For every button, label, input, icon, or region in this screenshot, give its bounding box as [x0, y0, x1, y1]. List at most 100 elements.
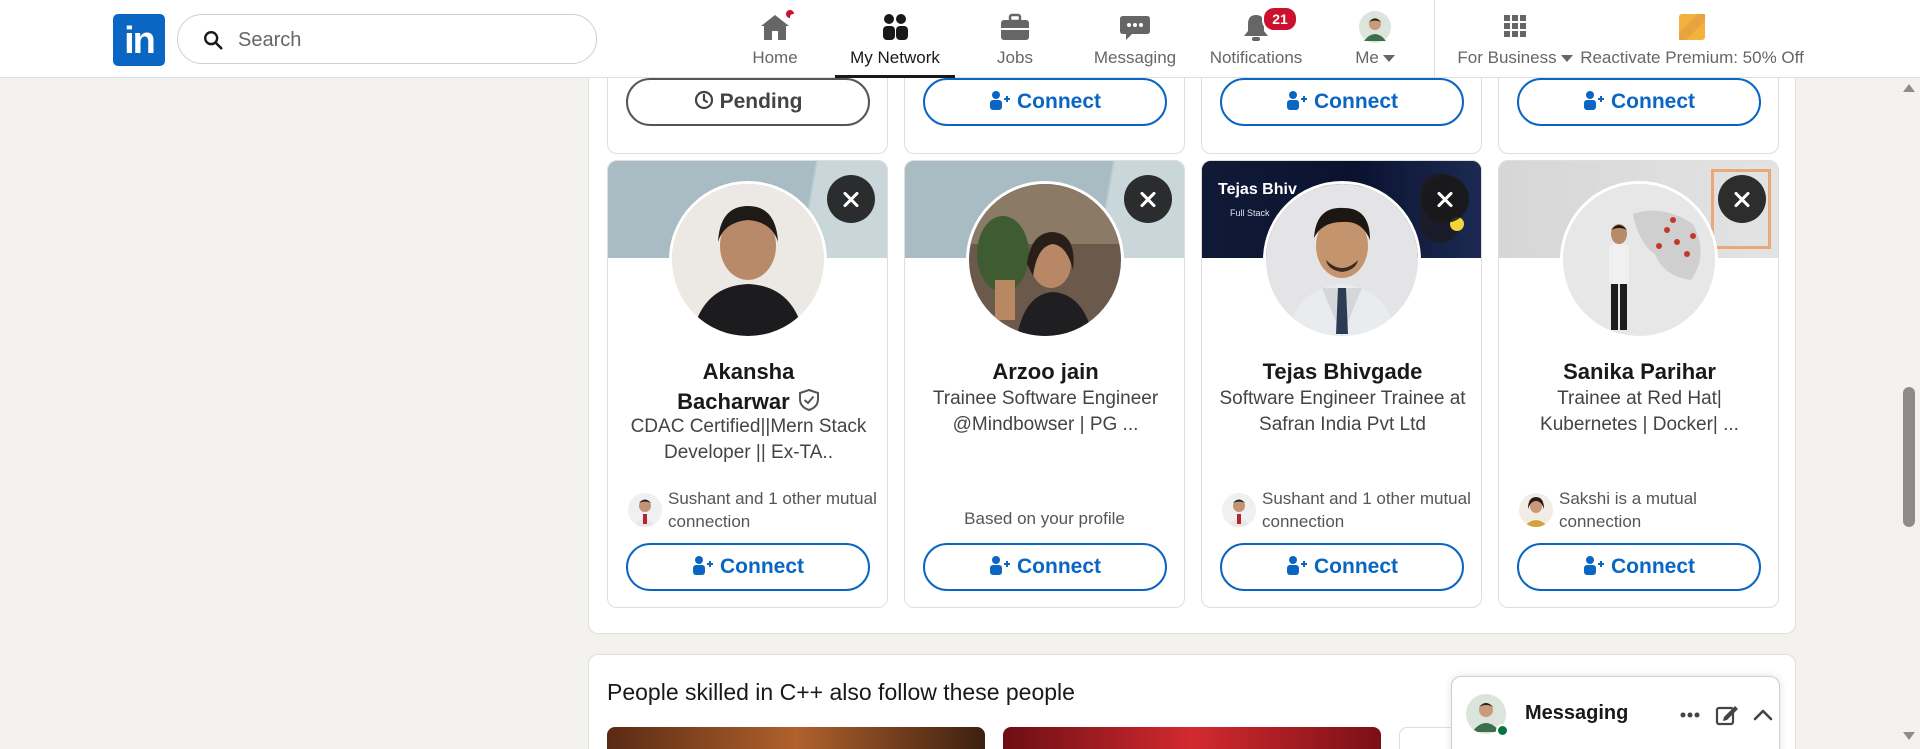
home-notification-dot [783, 7, 797, 21]
suggestion-card[interactable]: Tejas Bhiv Full Stack Tejas Bhivgade Sof… [1201, 160, 1482, 608]
connect-button[interactable]: Connect [1220, 78, 1464, 126]
mutual-avatar [628, 493, 662, 527]
follow-card-thumbnail[interactable] [607, 727, 985, 749]
network-icon [883, 14, 908, 40]
nav-jobs-label: Jobs [997, 48, 1033, 67]
me-avatar [1359, 11, 1391, 43]
nav-my-network-label: My Network [850, 48, 940, 67]
add-person-icon [1287, 91, 1307, 111]
suggestion-card-top-1: Pending [607, 70, 888, 154]
chevron-down-icon [1382, 55, 1395, 63]
search-input[interactable] [238, 25, 578, 55]
pending-button[interactable]: Pending [626, 78, 870, 126]
compose-icon[interactable] [1714, 702, 1740, 728]
profile-photo[interactable] [966, 181, 1124, 339]
suggestion-card[interactable]: Akansha Bacharwar CDAC Certified||Mern St… [607, 160, 888, 608]
nav-home[interactable]: Home [736, 0, 814, 78]
mutual-text: Sushant and 1 other mutual connection [1262, 489, 1471, 531]
top-navigation: in Home My Network Jobs [0, 0, 1920, 78]
search-icon [204, 31, 223, 50]
profile-name[interactable]: Arzoo jain [913, 357, 1178, 387]
nav-for-business-label: For Business [1450, 48, 1580, 68]
suggestion-card[interactable]: Arzoo jain Trainee Software Engineer @Mi… [904, 160, 1185, 608]
nav-for-business[interactable]: For Business [1450, 0, 1580, 78]
profile-headline: Software Engineer Trainee at Safran Indi… [1219, 388, 1466, 435]
mutual-connections: Sakshi is a mutual connection [1519, 487, 1769, 537]
dismiss-button[interactable] [1421, 175, 1469, 223]
premium-icon [1679, 14, 1705, 40]
nav-premium[interactable]: Reactivate Premium: 50% Off [1576, 0, 1808, 78]
mutual-avatar [1222, 493, 1256, 527]
based-on-profile-text: Based on your profile [964, 509, 1125, 528]
mutual-connections: Sushant and 1 other mutual connection [628, 487, 878, 537]
chevron-down-icon [1560, 55, 1573, 63]
suggestion-card-top-4: Connect [1498, 70, 1779, 154]
online-status-indicator [1496, 724, 1509, 737]
add-person-icon [990, 91, 1010, 111]
nav-jobs[interactable]: Jobs [975, 0, 1055, 78]
connect-button[interactable]: Connect [626, 543, 870, 591]
nav-my-network[interactable]: My Network [835, 0, 955, 78]
scroll-down-arrow[interactable] [1903, 732, 1915, 740]
profile-photo[interactable] [1263, 181, 1421, 339]
mutual-avatar [1519, 493, 1553, 527]
dismiss-button[interactable] [1718, 175, 1766, 223]
nav-premium-label: Reactivate Premium: 50% Off [1580, 48, 1804, 67]
connect-button[interactable]: Connect [923, 543, 1167, 591]
profile-headline: Trainee at Red Hat| Kubernetes | Docker|… [1540, 388, 1739, 435]
nav-notifications-label: Notifications [1209, 48, 1303, 67]
add-person-icon [693, 556, 713, 576]
page-scrollbar[interactable] [1898, 78, 1920, 749]
grid-icon [1504, 15, 1526, 37]
verified-shield-icon [798, 388, 819, 412]
nav-messaging[interactable]: Messaging [1085, 0, 1185, 78]
dismiss-button[interactable] [1124, 175, 1172, 223]
add-person-icon [990, 556, 1010, 576]
clock-icon [694, 91, 713, 110]
notifications-badge: 21 [1262, 6, 1298, 32]
profile-photo[interactable] [1560, 181, 1718, 339]
suggestion-card-top-3: Connect [1201, 70, 1482, 154]
suggestion-card[interactable]: Sanika Parihar Trainee at Red Hat| Kuber… [1498, 160, 1779, 608]
scrollbar-thumb[interactable] [1903, 387, 1915, 527]
nav-messaging-label: Messaging [1093, 48, 1177, 67]
dismiss-button[interactable] [827, 175, 875, 223]
active-tab-indicator [835, 75, 955, 78]
add-person-icon [1584, 556, 1604, 576]
mutual-text: Sushant and 1 other mutual connection [668, 489, 877, 531]
section-title: People skilled in C++ also follow these … [607, 679, 1075, 705]
suggestion-card-top-2: Connect [904, 70, 1185, 154]
search-box[interactable] [177, 14, 597, 64]
mutual-connections: Sushant and 1 other mutual connection [1222, 487, 1472, 537]
messaging-title: Messaging [1525, 702, 1629, 724]
chat-icon [1120, 16, 1150, 40]
messaging-dock[interactable]: Messaging [1451, 676, 1780, 749]
connect-button[interactable]: Connect [1220, 543, 1464, 591]
nav-divider [1434, 0, 1435, 78]
connect-button[interactable]: Connect [1517, 78, 1761, 126]
profile-name[interactable]: Tejas Bhivgade [1210, 357, 1475, 387]
more-options-icon[interactable] [1677, 702, 1703, 728]
cover-title: Tejas Bhiv [1218, 181, 1297, 198]
nav-home-label: Home [752, 48, 798, 67]
profile-name[interactable]: Akansha Bacharwar [616, 357, 881, 417]
profile-headline: Trainee Software Engineer @Mindbowser | … [932, 388, 1159, 435]
profile-photo[interactable] [669, 181, 827, 339]
scroll-up-arrow[interactable] [1903, 84, 1915, 92]
add-person-icon [1287, 556, 1307, 576]
briefcase-icon [1001, 13, 1029, 40]
follow-card-thumbnail[interactable] [1003, 727, 1381, 749]
profile-headline: CDAC Certified||Mern Stack Developer || … [630, 416, 867, 463]
profile-name[interactable]: Sanika Parihar [1507, 357, 1772, 387]
nav-me[interactable]: Me [1340, 0, 1410, 78]
add-person-icon [1584, 91, 1604, 111]
mutual-text: Sakshi is a mutual connection [1559, 489, 1697, 531]
cover-subtitle: Full Stack [1230, 208, 1270, 218]
follow-card-thumbnail[interactable] [1399, 727, 1459, 749]
linkedin-logo[interactable]: in [113, 14, 165, 66]
chevron-up-icon[interactable] [1750, 702, 1776, 728]
connect-button[interactable]: Connect [1517, 543, 1761, 591]
nav-me-label: Me [1340, 48, 1410, 68]
connect-button[interactable]: Connect [923, 78, 1167, 126]
nav-notifications[interactable]: 21 Notifications [1200, 0, 1312, 78]
